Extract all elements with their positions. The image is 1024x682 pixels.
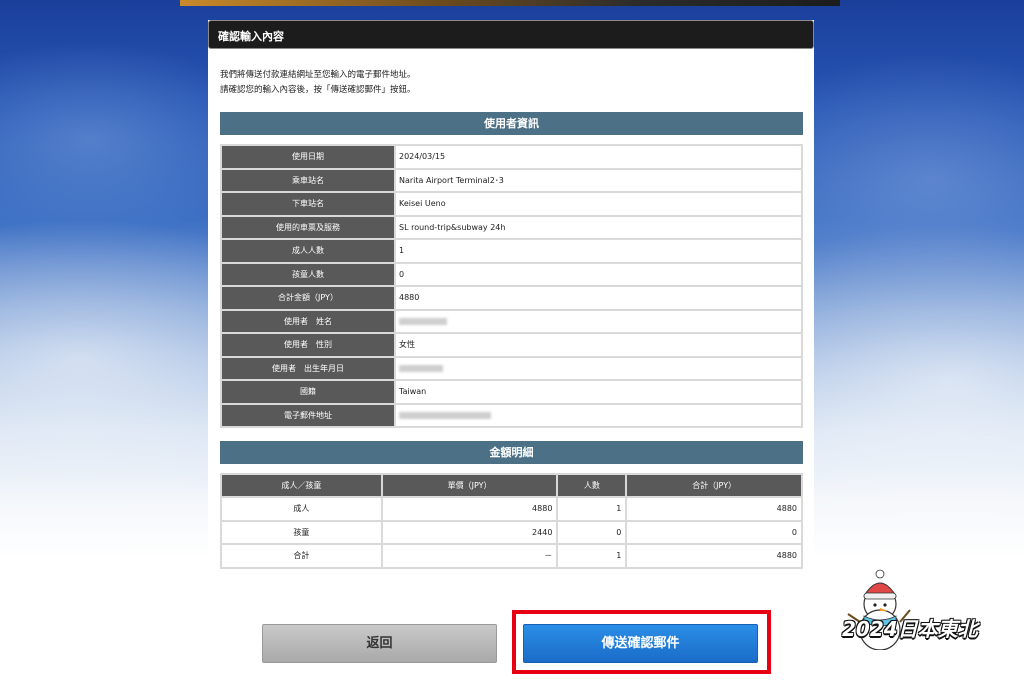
row-value: 4880 — [394, 285, 803, 311]
cell-count: 0 — [556, 519, 628, 545]
cell-unit-price: 2440 — [380, 519, 559, 545]
row-label: 合計金額（JPY） — [220, 285, 396, 311]
cell-total: 4880 — [625, 543, 803, 569]
table-row: 乘車站名 Narita Airport Terminal2･3 — [220, 167, 803, 193]
table-row: 下車站名 Keisei Ueno — [220, 191, 803, 217]
back-button[interactable]: 返回 — [262, 624, 497, 663]
row-label: 使用的車票及服務 — [220, 214, 396, 240]
amount-table: 成人／孩童 單價（JPY） 人數 合計（JPY） 成人 4880 1 4880 … — [220, 473, 803, 569]
row-value: 女性 — [394, 332, 803, 358]
cell-count: 1 — [556, 496, 628, 522]
table-row: 孩童 2440 0 0 — [220, 519, 803, 545]
user-info-title: 使用者資訊 — [220, 112, 803, 135]
row-value-blurred — [394, 355, 803, 381]
cell-total: 4880 — [625, 496, 803, 522]
user-info-table: 使用日期 2024/03/15 乘車站名 Narita Airport Termin… — [220, 144, 803, 428]
table-row: 合計金額（JPY） 4880 — [220, 285, 803, 311]
row-label: 電子郵件地址 — [220, 402, 396, 428]
cell-type: 孩童 — [220, 519, 383, 545]
top-banner-image — [180, 0, 840, 6]
row-value: SL round-trip&subway 24h — [394, 214, 803, 240]
table-row: 使用的車票及服務 SL round-trip&subway 24h — [220, 214, 803, 240]
row-label: 下車站名 — [220, 191, 396, 217]
row-value-blurred — [394, 308, 803, 334]
row-value: 1 — [394, 238, 803, 264]
row-label: 國籍 — [220, 379, 396, 405]
table-row: 使用者 性別 女性 — [220, 332, 803, 358]
intro-line-1: 我們將傳送付款連結網址至您輸入的電子郵件地址。 — [220, 70, 416, 80]
table-row: 使用者 出生年月日 — [220, 355, 803, 381]
table-row: 成人 4880 1 4880 — [220, 496, 803, 522]
table-row: 合計 － 1 4880 — [220, 543, 803, 569]
row-value: Keisei Ueno — [394, 191, 803, 217]
row-label: 孩童人數 — [220, 261, 396, 287]
col-header: 單價（JPY） — [380, 473, 559, 498]
col-header: 合計（JPY） — [625, 473, 803, 498]
row-value: 0 — [394, 261, 803, 287]
col-header: 成人／孩童 — [220, 473, 383, 498]
row-label: 成人人數 — [220, 238, 396, 264]
cell-type: 合計 — [220, 543, 383, 569]
table-header-row: 成人／孩童 單價（JPY） 人數 合計（JPY） — [220, 473, 803, 498]
row-label: 使用者 出生年月日 — [220, 355, 396, 381]
row-value: Narita Airport Terminal2･3 — [394, 167, 803, 193]
col-header: 人數 — [556, 473, 628, 498]
row-value: 2024/03/15 — [394, 144, 803, 170]
row-value-blurred — [394, 402, 803, 428]
row-label: 使用者 性別 — [220, 332, 396, 358]
watermark-text: 2024日本東北 — [842, 617, 978, 641]
table-row: 電子郵件地址 — [220, 402, 803, 428]
cell-total: 0 — [625, 519, 803, 545]
intro-line-2: 請確認您的輸入內容後，按「傳送確認郵件」按鈕。 — [220, 85, 416, 95]
row-label: 使用者 姓名 — [220, 308, 396, 334]
row-label: 乘車站名 — [220, 167, 396, 193]
confirm-panel: 確認輸入內容 我們將傳送付款連結網址至您輸入的電子郵件地址。 請確認您的輸入內容… — [208, 20, 814, 682]
page-title: 確認輸入內容 — [208, 20, 814, 49]
table-row: 成人人數 1 — [220, 238, 803, 264]
cell-type: 成人 — [220, 496, 383, 522]
table-row: 國籍 Taiwan — [220, 379, 803, 405]
table-row: 孩童人數 0 — [220, 261, 803, 287]
cell-unit-price: 4880 — [380, 496, 559, 522]
amount-title: 金額明細 — [220, 441, 803, 464]
intro-text: 我們將傳送付款連結網址至您輸入的電子郵件地址。 請確認您的輸入內容後，按「傳送確… — [220, 68, 416, 98]
table-row: 使用者 姓名 — [220, 308, 803, 334]
cell-unit-price: － — [380, 543, 559, 569]
row-value: Taiwan — [394, 379, 803, 405]
table-row: 使用日期 2024/03/15 — [220, 144, 803, 170]
row-label: 使用日期 — [220, 144, 396, 170]
highlight-box — [512, 610, 771, 674]
cell-count: 1 — [556, 543, 628, 569]
